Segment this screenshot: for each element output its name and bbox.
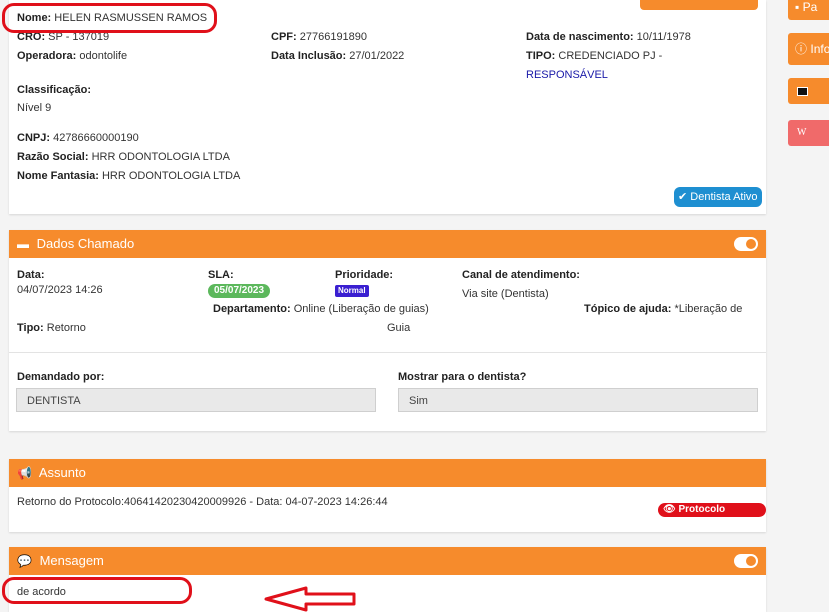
demandado-input[interactable]: DENTISTA: [16, 388, 376, 412]
assunto-header: 📢 Assunto: [9, 459, 766, 487]
dados-chamado-card: ▬ Dados Chamado Data: 04/07/2023 14:26 S…: [9, 230, 766, 431]
mostrar-label: Mostrar para o dentista?: [398, 371, 527, 383]
data-label: Data:: [17, 269, 45, 281]
sla-badge: 05/07/2023: [208, 284, 271, 298]
cnpj-field: CNPJ: 42786660000190: [17, 132, 139, 144]
collapse-toggle[interactable]: [734, 237, 758, 251]
mensagem-toggle[interactable]: [734, 554, 758, 568]
status-badge: ✔ Dentista Ativo: [674, 187, 762, 207]
dados-chamado-title: Dados Chamado: [36, 236, 135, 251]
arrow-annotation: [264, 586, 356, 612]
divider: [9, 352, 766, 353]
tipo-value-continued: RESPONSÁVEL: [526, 69, 608, 81]
nome-fantasia-field: Nome Fantasia: HRR ODONTOLOGIA LTDA: [17, 170, 241, 182]
highlight-nome: [2, 3, 217, 33]
card-icon: ▪: [795, 0, 800, 14]
top-action-button[interactable]: [640, 0, 758, 10]
assunto-text: Retorno do Protocolo:4064142023042000992…: [17, 496, 388, 508]
prioridade-label: Prioridade:: [335, 269, 394, 281]
sidebar-button-3[interactable]: [788, 78, 829, 104]
tipo-field: TIPO: CREDENCIADO PJ -: [526, 50, 663, 62]
inclusao-field: Data Inclusão: 27/01/2022: [271, 50, 405, 62]
departamento-field: Departamento: Online (Liberação de guias…: [213, 303, 429, 315]
assunto-card: 📢 Assunto Retorno do Protocolo:406414202…: [9, 459, 766, 532]
mensagem-header: 💬 Mensagem: [9, 547, 766, 575]
data-value: 04/07/2023 14:26: [17, 284, 103, 296]
device-icon: [797, 87, 808, 96]
chat-icon: 💬: [17, 554, 32, 568]
prioridade-badge: Normal: [335, 285, 369, 297]
demandado-label: Demandado por:: [17, 371, 105, 383]
info-icon: ⓘ: [795, 42, 808, 56]
birthdate-field: Data de nascimento: 10/11/1978: [526, 31, 691, 43]
razao-social-field: Razão Social: HRR ODONTOLOGIA LTDA: [17, 151, 230, 163]
sidebar-button-info[interactable]: ⓘ Info: [788, 33, 829, 65]
eye-icon: 👁: [663, 504, 676, 515]
canal-value: Via site (Dentista): [462, 288, 549, 300]
ticket-icon: ▬: [17, 237, 29, 251]
topico-value-continued: Guia: [387, 322, 411, 334]
dados-chamado-header: ▬ Dados Chamado: [9, 230, 766, 258]
assunto-title: Assunto: [38, 465, 86, 480]
check-icon: ✔: [678, 191, 688, 203]
sla-label: SLA:: [208, 269, 234, 281]
mostrar-input[interactable]: Sim: [398, 388, 758, 412]
protocolo-original-button[interactable]: 👁 Protocolo original: [658, 503, 766, 529]
sidebar-button-pa[interactable]: ▪ Pa: [788, 0, 829, 20]
highlight-mensagem: [2, 577, 192, 604]
topico-field: Tópico de ajuda: *Liberação de: [584, 303, 743, 315]
canal-label: Canal de atendimento:: [462, 269, 580, 281]
operadora-field: Operadora: odontolife: [17, 50, 128, 62]
classificacao-label: Classificação:: [17, 84, 91, 96]
w-icon: W: [797, 127, 807, 138]
mensagem-title: Mensagem: [39, 553, 104, 568]
tipo-chamado-field: Tipo: Retorno: [17, 322, 86, 334]
classificacao-value: Nível 9: [17, 102, 52, 114]
sidebar-button-4[interactable]: W: [788, 120, 829, 146]
megaphone-icon: 📢: [17, 466, 32, 480]
cpf-field: CPF: 27766191890: [271, 31, 368, 43]
